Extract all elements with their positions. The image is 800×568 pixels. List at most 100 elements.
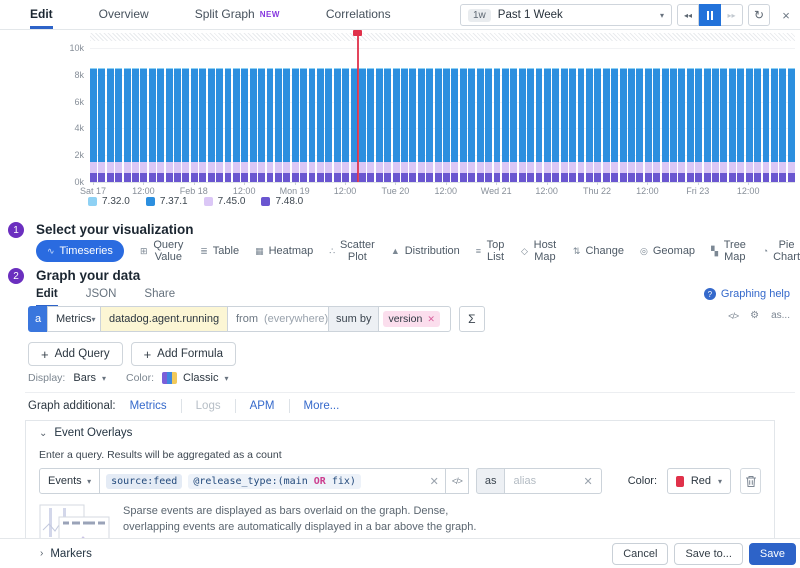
bar[interactable]	[140, 68, 147, 182]
bar[interactable]	[90, 68, 97, 182]
bar[interactable]	[241, 68, 248, 182]
bar[interactable]	[283, 68, 290, 182]
bar[interactable]	[451, 68, 458, 182]
bar[interactable]	[174, 68, 181, 182]
code-icon[interactable]: </>	[728, 311, 738, 321]
graph-tab-share[interactable]: Share	[144, 288, 175, 307]
add-query-button[interactable]: + Add Query	[28, 342, 123, 366]
bar[interactable]	[443, 68, 450, 182]
data-source-select[interactable]: Metrics ▾	[47, 306, 101, 332]
graph-tab-json[interactable]: JSON	[86, 288, 117, 307]
bar[interactable]	[704, 68, 711, 182]
bar[interactable]	[670, 68, 677, 182]
save-to-button[interactable]: Save to...	[674, 543, 742, 565]
bar[interactable]	[561, 68, 568, 182]
bar[interactable]	[418, 68, 425, 182]
display-type-select[interactable]: Bars ▾	[73, 372, 106, 384]
header-tab-overview[interactable]: Overview	[99, 0, 149, 29]
graphing-help-link[interactable]: ? Graphing help	[704, 288, 790, 300]
bar[interactable]	[426, 68, 433, 182]
gear-icon[interactable]: ⚙	[750, 310, 759, 321]
header-tab-split-graph[interactable]: Split GraphNEW	[195, 0, 280, 29]
bar[interactable]	[292, 68, 299, 182]
event-overlays-header[interactable]: ⌄ Event Overlays	[26, 421, 774, 445]
bar[interactable]	[166, 68, 173, 182]
bar[interactable]	[300, 68, 307, 182]
bar[interactable]	[678, 68, 685, 182]
bar[interactable]	[720, 68, 727, 182]
remove-tag-icon[interactable]: ✕	[427, 314, 435, 325]
bar[interactable]	[216, 68, 223, 182]
viz-option-pie-chart[interactable]: ◔Pie Chart	[763, 239, 800, 263]
query-token-source[interactable]: source:feed	[106, 474, 182, 489]
viz-option-change[interactable]: ⇅Change	[573, 245, 624, 257]
bar[interactable]	[485, 68, 492, 182]
bar[interactable]	[157, 68, 164, 182]
bar[interactable]	[468, 68, 475, 182]
timeseries-chart[interactable]: 0k2k4k6k8k10k Sat 1712:00Feb 1812:00Mon …	[0, 30, 800, 212]
bar[interactable]	[367, 68, 374, 182]
bar[interactable]	[569, 68, 576, 182]
bar[interactable]	[695, 68, 702, 182]
bar[interactable]	[182, 68, 189, 182]
bar[interactable]	[275, 68, 282, 182]
add-formula-button[interactable]: + Add Formula	[131, 342, 236, 366]
graph-additional-more[interactable]: More...	[304, 400, 340, 412]
markers-section-header[interactable]: › Markers	[40, 548, 92, 560]
metric-name-field[interactable]: datadog.agent.running	[100, 306, 228, 332]
bar[interactable]	[132, 68, 139, 182]
bar[interactable]	[763, 68, 770, 182]
bar[interactable]	[115, 68, 122, 182]
graph-additional-apm[interactable]: APM	[250, 400, 275, 412]
header-tab-correlations[interactable]: Correlations	[326, 0, 391, 29]
bar[interactable]	[435, 68, 442, 182]
bar[interactable]	[359, 68, 366, 182]
viz-option-table[interactable]: ≣Table	[200, 245, 239, 257]
bar[interactable]	[578, 68, 585, 182]
bar[interactable]	[409, 68, 416, 182]
bar[interactable]	[334, 68, 341, 182]
viz-option-host-map[interactable]: ◇Host Map	[521, 239, 557, 263]
bar[interactable]	[258, 68, 265, 182]
bar[interactable]	[628, 68, 635, 182]
bar[interactable]	[342, 68, 349, 182]
bar[interactable]	[208, 68, 215, 182]
palette-select[interactable]: Classic ▾	[162, 372, 228, 384]
time-range-selector[interactable]: 1w Past 1 Week ▾	[460, 4, 672, 26]
bar[interactable]	[384, 68, 391, 182]
refresh-button[interactable]: ↻	[748, 4, 770, 26]
bar[interactable]	[250, 68, 257, 182]
group-by-field[interactable]: version ✕	[378, 306, 450, 332]
bar[interactable]	[746, 68, 753, 182]
event-source-select[interactable]: Events ▾	[39, 468, 100, 494]
bar[interactable]	[586, 68, 593, 182]
bar[interactable]	[401, 68, 408, 182]
header-tab-edit[interactable]: Edit	[30, 0, 53, 29]
graph-additional-metrics[interactable]: Metrics	[130, 400, 167, 412]
bar[interactable]	[510, 68, 517, 182]
bar[interactable]	[729, 68, 736, 182]
bar[interactable]	[233, 68, 240, 182]
bar[interactable]	[536, 68, 543, 182]
bar[interactable]	[544, 68, 551, 182]
bar[interactable]	[98, 68, 105, 182]
bar[interactable]	[645, 68, 652, 182]
clear-query-icon[interactable]: ✕	[430, 475, 439, 488]
bar[interactable]	[494, 68, 501, 182]
alias-as-button[interactable]: as...	[771, 310, 790, 321]
bar[interactable]	[325, 68, 332, 182]
bar[interactable]	[124, 68, 131, 182]
save-button[interactable]: Save	[749, 543, 796, 565]
viz-option-heatmap[interactable]: ▦Heatmap	[255, 245, 313, 257]
bar[interactable]	[317, 68, 324, 182]
bar[interactable]	[477, 68, 484, 182]
bar[interactable]	[636, 68, 643, 182]
event-query-field[interactable]: source:feed @release_type:(main OR fix) …	[99, 468, 446, 494]
bar[interactable]	[603, 68, 610, 182]
pause-button[interactable]	[699, 4, 721, 26]
cancel-button[interactable]: Cancel	[612, 543, 668, 565]
bar[interactable]	[376, 68, 383, 182]
bar[interactable]	[199, 68, 206, 182]
bar[interactable]	[460, 68, 467, 182]
bar[interactable]	[653, 68, 660, 182]
